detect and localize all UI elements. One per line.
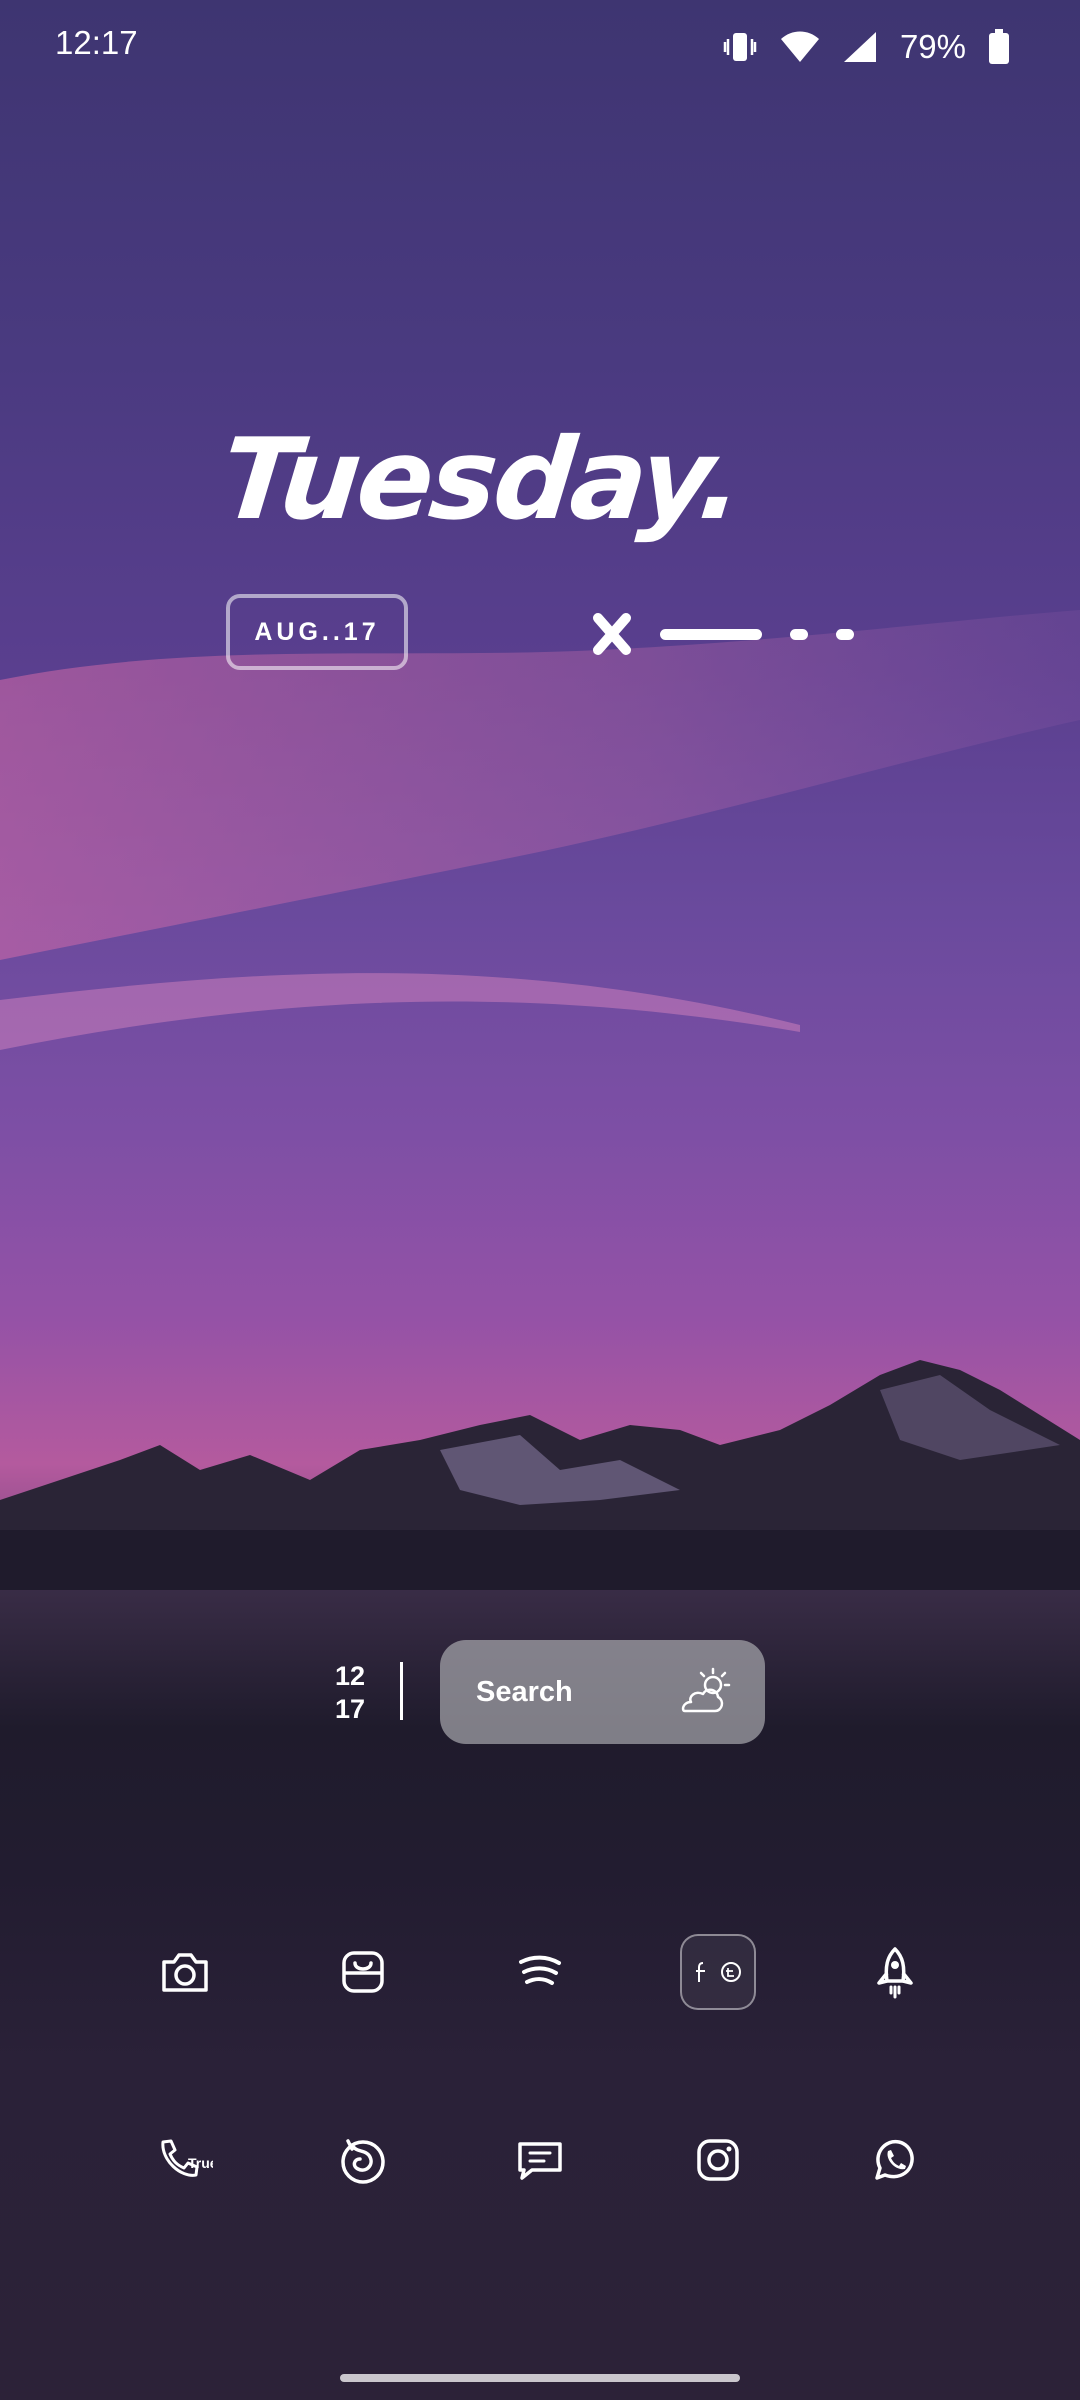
folder-background xyxy=(679,1934,756,2010)
instagram-icon[interactable] xyxy=(668,2110,768,2210)
weather-indicator xyxy=(592,612,862,658)
mini-clock: 12 17 xyxy=(300,1660,400,1726)
day-title[interactable]: Tuesday. xyxy=(215,415,747,545)
facebook-icon xyxy=(694,1961,708,1983)
whatsapp-icon[interactable] xyxy=(845,2110,945,2210)
wifi-icon xyxy=(780,30,820,64)
signal-icon xyxy=(842,30,878,64)
messages-icon[interactable] xyxy=(490,2110,590,2210)
battery-percent: 79% xyxy=(899,28,966,65)
camera-icon[interactable] xyxy=(135,1922,235,2022)
spotify-icon[interactable] xyxy=(490,1922,590,2022)
close-mark-icon xyxy=(593,613,854,655)
search-widget: 12 17 Search xyxy=(300,1640,780,1744)
divider xyxy=(400,1662,403,1720)
date-badge[interactable]: AUG..17 xyxy=(226,594,408,670)
vibrate-icon xyxy=(722,29,758,65)
status-icons: 79% xyxy=(722,22,1010,72)
mini-clock-hour: 12 xyxy=(334,1661,366,1691)
firefox-icon[interactable] xyxy=(313,2110,413,2210)
rocket-icon[interactable] xyxy=(845,1922,945,2022)
mini-clock-minute: 17 xyxy=(334,1694,366,1724)
app-row-2: True xyxy=(135,2110,945,2210)
navigation-handle[interactable] xyxy=(340,2374,740,2382)
wallpaper-clouds xyxy=(0,610,1080,1050)
status-time: 12:17 xyxy=(55,24,138,61)
truecaller-text: True xyxy=(188,2155,213,2171)
battery-icon xyxy=(988,29,1010,65)
truecaller-icon[interactable]: True xyxy=(135,2110,235,2210)
telegram-icon xyxy=(720,1961,742,1983)
app-row-1 xyxy=(135,1922,945,2022)
search-bar[interactable]: Search xyxy=(440,1640,765,1744)
partly-cloudy-icon[interactable] xyxy=(675,1667,735,1717)
social-folder[interactable] xyxy=(668,1922,768,2022)
wallpaper-mountains xyxy=(0,1360,1080,1590)
search-label: Search xyxy=(476,1675,573,1708)
status-bar: 12:17 79% xyxy=(0,0,1080,96)
store-bag-icon[interactable] xyxy=(313,1922,413,2022)
